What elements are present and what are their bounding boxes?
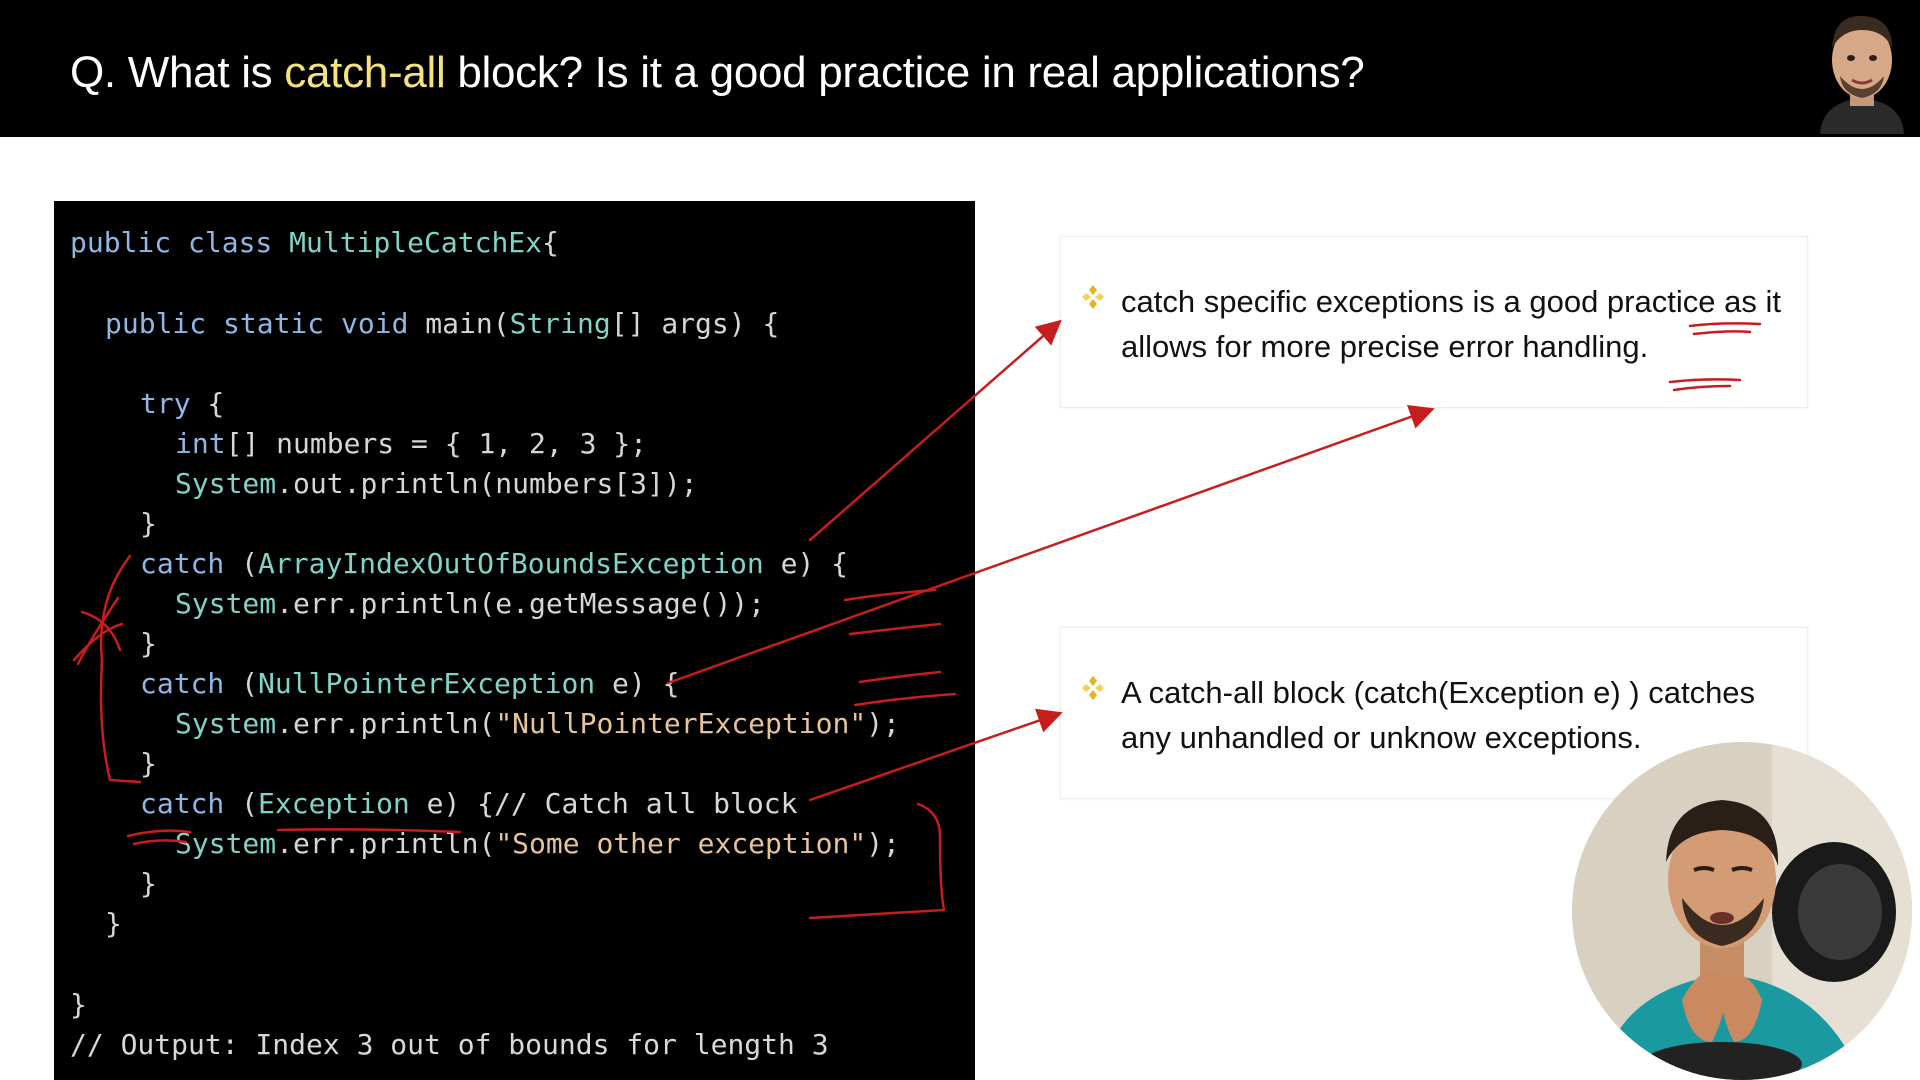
code-token: public class <box>70 226 290 259</box>
code-token: System <box>175 707 277 740</box>
code-line: int[] numbers = { 1, 2, 3 }; <box>175 427 647 461</box>
code-token: System <box>175 467 277 500</box>
code-line: } <box>140 747 157 781</box>
code-panel: public class MultipleCatchEx{public stat… <box>54 201 975 1080</box>
code-line: public static void main(String[] args) { <box>105 307 779 341</box>
code-token: } <box>105 907 122 940</box>
code-token: ( <box>224 547 259 580</box>
code-token: [] args) { <box>610 307 780 340</box>
code-token: catch <box>140 547 225 580</box>
code-token: // Catch all block <box>494 787 798 820</box>
code-line: try { <box>140 387 224 421</box>
code-token: System <box>175 587 277 620</box>
code-token: } <box>140 867 157 900</box>
code-token: "Some other exception" <box>495 827 867 860</box>
code-line: catch (NullPointerException e) { <box>140 667 679 701</box>
code-token: } <box>70 988 87 1021</box>
title-highlight: catch-all <box>284 48 446 97</box>
code-token: System <box>175 827 277 860</box>
code-token: catch <box>140 667 225 700</box>
code-token: e) { <box>763 547 849 580</box>
slide: Q. What is catch-all block? Is it a good… <box>0 0 1920 1080</box>
title-bar: Q. What is catch-all block? Is it a good… <box>0 0 1920 137</box>
code-line: public class MultipleCatchEx{ <box>70 226 559 260</box>
title-prefix: Q. What is <box>70 48 285 97</box>
code-token: ArrayIndexOutOfBoundsException <box>258 547 764 580</box>
code-token: e) { <box>409 787 495 820</box>
code-line: catch (Exception e) {// Catch all block <box>140 787 797 821</box>
presenter-avatar-icon <box>1812 2 1912 134</box>
four-diamond-bullet-icon <box>1082 285 1104 309</box>
code-token: } <box>140 627 157 660</box>
code-token: String <box>509 307 611 340</box>
code-token: int <box>175 427 226 460</box>
code-line: } <box>140 507 157 541</box>
code-token: Exception <box>258 787 410 820</box>
presenter-webcam <box>1572 742 1912 1080</box>
code-line: System.err.println("NullPointerException… <box>175 707 900 741</box>
code-token: MultipleCatchEx <box>289 226 543 259</box>
code-line: } <box>70 988 87 1022</box>
code-token: { <box>190 387 225 420</box>
code-token: } <box>140 507 157 540</box>
code-line: } <box>105 907 122 941</box>
code-token: e) { <box>595 667 680 700</box>
code-token: catch <box>140 787 225 820</box>
card-text: catch specific exceptions is a good prac… <box>1121 284 1781 364</box>
code-token: [] numbers = { 1, 2, 3 }; <box>225 427 648 460</box>
code-line: catch (ArrayIndexOutOfBoundsException e)… <box>140 547 848 581</box>
slide-title: Q. What is catch-all block? Is it a good… <box>70 48 1365 98</box>
code-token: public static void <box>105 307 426 340</box>
code-token: .err.println( <box>276 707 496 740</box>
code-token: "NullPointerException" <box>495 707 867 740</box>
code-line: } <box>140 627 157 661</box>
code-line: System.err.println("Some other exception… <box>175 827 900 861</box>
code-token: ); <box>866 707 900 740</box>
code-token: .out.println(numbers[3]); <box>276 467 698 500</box>
info-card-specific: catch specific exceptions is a good prac… <box>1060 236 1808 408</box>
code-line: System.err.println(e.getMessage()); <box>175 587 765 621</box>
four-diamond-bullet-icon <box>1082 676 1104 700</box>
code-line: // Output: Index 3 out of bounds for len… <box>70 1028 829 1062</box>
code-token: // Output: Index 3 out of bounds for len… <box>70 1028 829 1061</box>
title-suffix: block? Is it a good practice in real app… <box>445 48 1365 97</box>
code-token: } <box>140 747 157 780</box>
code-line: System.out.println(numbers[3]); <box>175 467 698 501</box>
code-token: ); <box>866 827 900 860</box>
code-token: NullPointerException <box>258 667 596 700</box>
code-token: .err.println(e.getMessage()); <box>276 587 766 620</box>
code-token: { <box>542 226 559 259</box>
code-line: } <box>140 867 157 901</box>
code-token: ( <box>224 787 259 820</box>
code-token: main( <box>425 307 510 340</box>
code-token: ( <box>224 667 259 700</box>
code-token: try <box>140 387 191 420</box>
code-token: .err.println( <box>276 827 496 860</box>
